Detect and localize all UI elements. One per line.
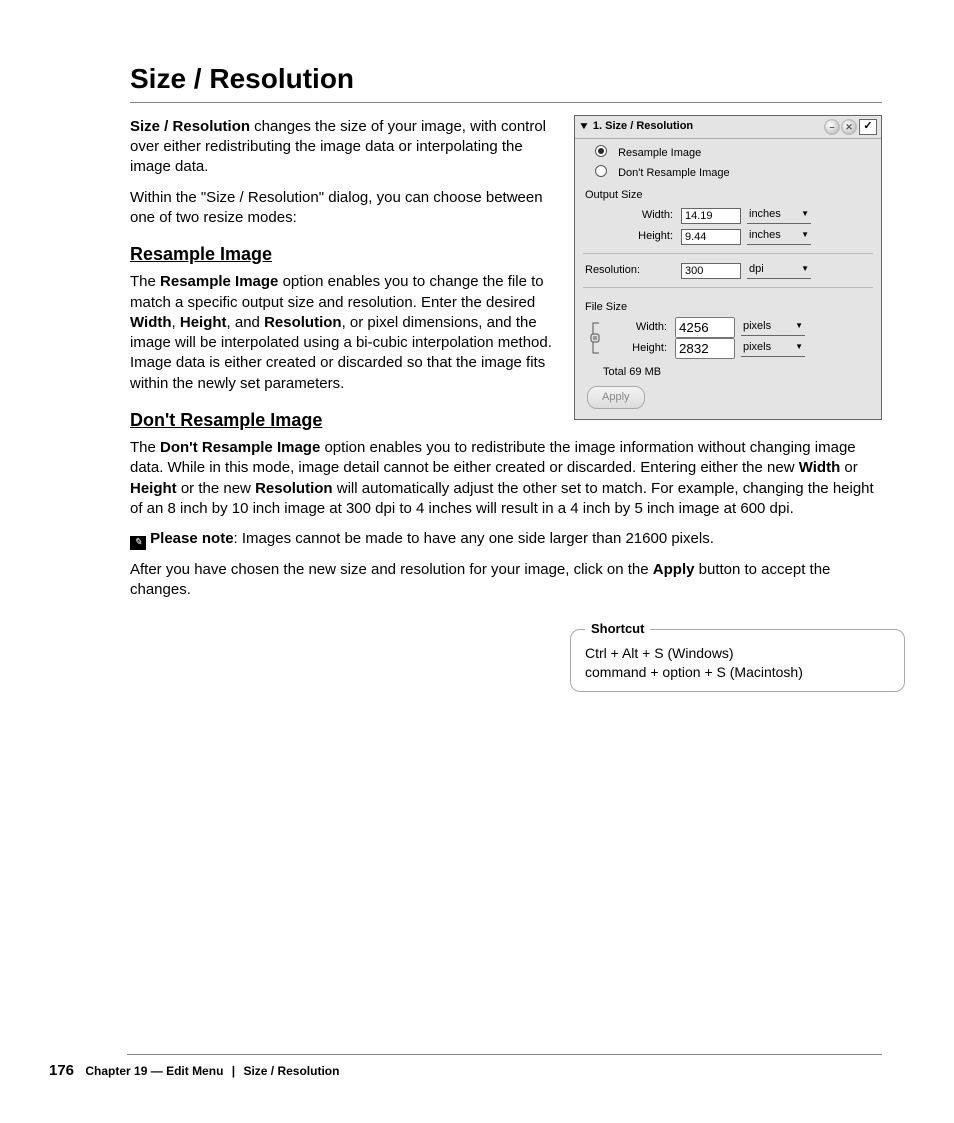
unit-label: pixels [743, 340, 771, 355]
footer-section: Size / Resolution [243, 1064, 339, 1078]
filesize-width-unit-dropdown[interactable]: pixels ▼ [741, 319, 805, 336]
filesize-height-input[interactable] [675, 338, 735, 359]
page-footer: 176 Chapter 19 — Edit Menu | Size / Reso… [0, 1054, 954, 1081]
disclosure-triangle-icon[interactable]: ▼ [578, 120, 590, 134]
commit-checkmark-button[interactable]: ✓ [859, 119, 877, 135]
chevron-down-icon: ▼ [801, 209, 809, 220]
width-label: Width: [599, 208, 675, 223]
total-filesize: Total 69 MB [581, 359, 875, 384]
output-width-input[interactable] [681, 208, 741, 224]
please-note: ✎ Please note: Images cannot be made to … [130, 529, 882, 550]
height-label: Height: [599, 229, 675, 244]
link-dimensions-icon[interactable] [587, 321, 605, 355]
radio-resample-image[interactable]: Resample Image [581, 143, 875, 163]
radio-label: Don't Resample Image [618, 167, 730, 179]
resolution-label: Resolution: [585, 263, 675, 278]
note-icon: ✎ [130, 536, 146, 550]
output-height-unit-dropdown[interactable]: inches ▼ [747, 228, 811, 245]
chevron-down-icon: ▼ [795, 321, 803, 332]
chevron-down-icon: ▼ [801, 264, 809, 275]
apply-button[interactable]: Apply [587, 386, 645, 409]
close-icon[interactable]: ✕ [842, 120, 856, 134]
page-title: Size / Resolution [130, 60, 882, 103]
filesize-width-input[interactable] [675, 317, 735, 338]
file-size-label: File Size [581, 294, 875, 317]
shortcut-box: Shortcut Ctrl + Alt + S (Windows) comman… [570, 629, 905, 693]
shortcut-legend: Shortcut [585, 620, 650, 638]
fs-height-label: Height: [611, 341, 669, 356]
apply-paragraph: After you have chosen the new size and r… [130, 560, 882, 601]
radio-label: Resample Image [618, 147, 701, 159]
shortcut-windows: Ctrl + Alt + S (Windows) [585, 644, 890, 663]
page-number: 176 [49, 1062, 74, 1079]
unit-label: dpi [749, 262, 764, 277]
resolution-unit-dropdown[interactable]: dpi ▼ [747, 262, 811, 279]
output-size-label: Output Size [581, 182, 875, 205]
dialog-title: 1. Size / Resolution [593, 119, 693, 134]
minimize-icon[interactable]: – [825, 120, 839, 134]
footer-chapter: Chapter 19 — Edit Menu [85, 1064, 223, 1078]
unit-label: inches [749, 228, 781, 243]
chevron-down-icon: ▼ [801, 230, 809, 241]
radio-dont-resample-image[interactable]: Don't Resample Image [581, 163, 875, 183]
size-resolution-dialog: ▼ 1. Size / Resolution – ✕ ✓ Resample Im… [574, 115, 882, 420]
filesize-height-unit-dropdown[interactable]: pixels ▼ [741, 340, 805, 357]
resolution-input[interactable] [681, 263, 741, 279]
chevron-down-icon: ▼ [795, 342, 803, 353]
output-width-unit-dropdown[interactable]: inches ▼ [747, 207, 811, 224]
output-height-input[interactable] [681, 229, 741, 245]
dont-resample-paragraph: The Don't Resample Image option enables … [130, 438, 882, 519]
unit-label: pixels [743, 319, 771, 334]
dialog-titlebar: ▼ 1. Size / Resolution – ✕ ✓ [575, 116, 881, 139]
fs-width-label: Width: [611, 320, 669, 335]
shortcut-mac: command + option + S (Macintosh) [585, 663, 890, 682]
radio-off-icon [595, 165, 607, 177]
unit-label: inches [749, 207, 781, 222]
radio-on-icon [595, 145, 607, 157]
